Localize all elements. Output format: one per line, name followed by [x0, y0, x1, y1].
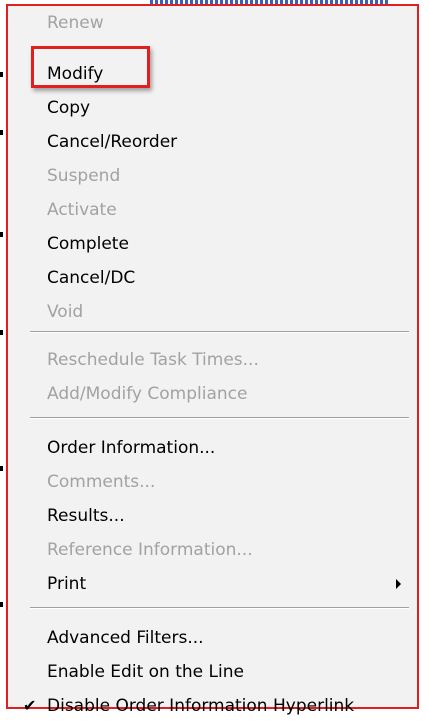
menu-item-comments: Comments... [47, 472, 156, 492]
menu-separator [30, 607, 409, 609]
menu-item-void: Void [47, 302, 84, 322]
menu-item-reschedule-task-times: Reschedule Task Times... [47, 350, 259, 370]
chevron-right-icon [396, 579, 401, 589]
menu-item-order-information[interactable]: Order Information... [16, 433, 409, 463]
menu-item-copy[interactable]: Copy [16, 93, 409, 123]
menu-item-disable-order-information-hyperlink[interactable]: ✔ Disable Order Information Hyperlink [16, 691, 409, 721]
background-mark [0, 330, 3, 335]
checkmark-icon: ✔ [23, 696, 37, 715]
menu-item-print-label: Print [47, 574, 87, 594]
background-mark [0, 602, 3, 607]
background-mark [0, 72, 3, 77]
menu-item-results[interactable]: Results... [16, 501, 409, 531]
menu-separator [30, 417, 409, 419]
context-menu: Renew Modify Copy Cancel/Reorder Suspend… [6, 4, 419, 716]
menu-item-cancel-dc[interactable]: Cancel/DC [16, 263, 409, 293]
background-mark [0, 232, 3, 237]
menu-separator [30, 331, 409, 333]
menu-item-modify[interactable]: Modify [16, 59, 409, 89]
menu-item-print[interactable]: Print [16, 569, 409, 599]
menu-item-suspend: Suspend [47, 166, 121, 186]
menu-item-add-modify-compliance: Add/Modify Compliance [47, 384, 248, 404]
menu-item-complete[interactable]: Complete [16, 229, 409, 259]
context-menu-items: Renew Modify Copy Cancel/Reorder Suspend… [16, 12, 409, 716]
menu-item-activate: Activate [47, 200, 117, 220]
menu-item-renew: Renew [47, 13, 104, 33]
menu-item-disable-order-information-hyperlink-label: Disable Order Information Hyperlink [47, 696, 355, 716]
menu-item-reference-information: Reference Information... [47, 540, 253, 560]
menu-item-advanced-filters[interactable]: Advanced Filters... [16, 623, 409, 653]
background-mark [0, 466, 3, 471]
background-mark [0, 130, 3, 135]
menu-item-enable-edit-on-the-line[interactable]: Enable Edit on the Line [16, 657, 409, 687]
menu-item-cancel-reorder[interactable]: Cancel/Reorder [16, 127, 409, 157]
